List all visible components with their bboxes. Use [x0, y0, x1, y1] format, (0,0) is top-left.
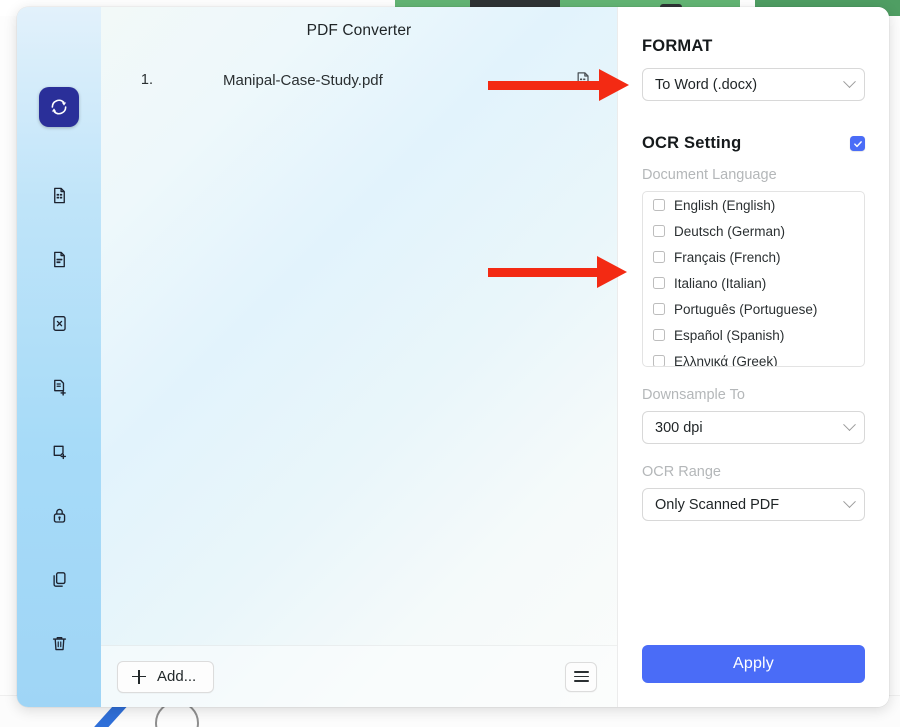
sidebar-item-compress[interactable] — [39, 239, 79, 279]
sidebar-item-delete[interactable] — [39, 623, 79, 663]
language-label: Deutsch (German) — [674, 223, 786, 239]
page-add-icon — [50, 442, 69, 461]
language-checkbox[interactable] — [653, 303, 665, 315]
center-area: PDF Converter 1. Manipal-Case-Study.pdf — [101, 7, 617, 707]
center-footer: Add... — [101, 645, 617, 707]
add-button[interactable]: Add... — [117, 660, 215, 693]
plus-icon — [132, 669, 146, 684]
language-checkbox[interactable] — [653, 251, 665, 263]
file-list: 1. Manipal-Case-Study.pdf — [101, 55, 617, 645]
language-item[interactable]: Português (Portuguese) — [643, 296, 864, 322]
language-item[interactable]: Deutsch (German) — [643, 218, 864, 244]
list-view-button[interactable] — [565, 661, 597, 692]
downsample-label: Downsample To — [642, 387, 745, 403]
copy-icon — [50, 570, 69, 589]
lock-icon — [50, 506, 69, 525]
document-split-icon — [50, 314, 69, 333]
ocr-enable-checkbox[interactable] — [850, 136, 865, 151]
chevron-down-icon — [843, 495, 856, 509]
downsample-select[interactable]: 300 dpi — [642, 411, 865, 444]
language-item[interactable]: Français (French) — [643, 244, 864, 270]
file-name: Manipal-Case-Study.pdf — [223, 71, 383, 89]
trash-icon — [50, 634, 69, 653]
downsample-select-value: 300 dpi — [655, 419, 703, 436]
title-bar: PDF Converter — [101, 7, 617, 55]
file-row[interactable]: 1. Manipal-Case-Study.pdf — [101, 63, 617, 97]
format-select[interactable]: To Word (.docx) — [642, 68, 865, 101]
language-checkbox[interactable] — [653, 277, 665, 289]
language-label: Español (Spanish) — [674, 327, 785, 343]
language-label: Ελληνικά (Greek) — [674, 353, 778, 367]
format-heading: FORMAT — [642, 37, 713, 55]
format-select-value: To Word (.docx) — [655, 76, 758, 93]
checkbox-checked-icon — [853, 140, 862, 147]
ocr-range-select-value: Only Scanned PDF — [655, 496, 780, 513]
ocr-setting-heading: OCR Setting — [642, 134, 742, 152]
ocr-range-label: OCR Range — [642, 464, 721, 480]
sidebar-item-protect[interactable] — [39, 495, 79, 535]
ocr-setting-header: OCR Setting — [642, 134, 865, 153]
pdf-file-icon — [573, 70, 593, 90]
sidebar-item-split[interactable] — [39, 303, 79, 343]
file-index: 1. — [140, 72, 153, 88]
window-title: PDF Converter — [306, 22, 412, 39]
language-checkbox[interactable] — [653, 199, 665, 211]
convert-refresh-icon — [49, 97, 69, 117]
chevron-down-icon — [843, 418, 856, 432]
apply-area: Apply — [642, 645, 865, 707]
page-root: PDF Converter 1. Manipal-Case-Study.pdf — [0, 0, 900, 727]
sidebar-item-add-page[interactable] — [39, 431, 79, 471]
language-checkbox[interactable] — [653, 329, 665, 341]
language-item[interactable]: Italiano (Italian) — [643, 270, 864, 296]
apply-button[interactable]: Apply — [642, 645, 865, 683]
sidebar-item-ocr[interactable] — [39, 175, 79, 215]
sidebar-item-insert-page[interactable] — [39, 367, 79, 407]
list-view-icon — [573, 671, 589, 682]
ocr-range-select[interactable]: Only Scanned PDF — [642, 488, 865, 521]
document-add-page-icon — [50, 378, 69, 397]
language-label: English (English) — [674, 197, 776, 213]
language-checkbox[interactable] — [653, 355, 665, 366]
sidebar — [17, 7, 101, 707]
sidebar-item-convert[interactable] — [39, 87, 79, 127]
language-label: Italiano (Italian) — [674, 275, 767, 291]
language-item[interactable]: Ελληνικά (Greek) — [643, 348, 864, 367]
language-item[interactable]: Español (Spanish) — [643, 322, 864, 348]
document-ocr-icon — [50, 186, 69, 205]
sidebar-item-duplicate[interactable] — [39, 559, 79, 599]
language-label: Français (French) — [674, 249, 781, 265]
add-button-label: Add... — [157, 668, 197, 685]
language-item[interactable]: English (English) — [643, 192, 864, 218]
language-checkbox[interactable] — [653, 225, 665, 237]
language-label: Português (Portuguese) — [674, 301, 818, 317]
language-list[interactable]: English (English) Deutsch (German) Franç… — [642, 191, 865, 367]
settings-panel: FORMAT To Word (.docx) OCR Setting Docum… — [617, 7, 889, 707]
document-compress-icon — [50, 250, 69, 269]
chevron-down-icon — [843, 75, 856, 89]
app-window: PDF Converter 1. Manipal-Case-Study.pdf — [17, 7, 889, 707]
document-language-label: Document Language — [642, 167, 777, 183]
